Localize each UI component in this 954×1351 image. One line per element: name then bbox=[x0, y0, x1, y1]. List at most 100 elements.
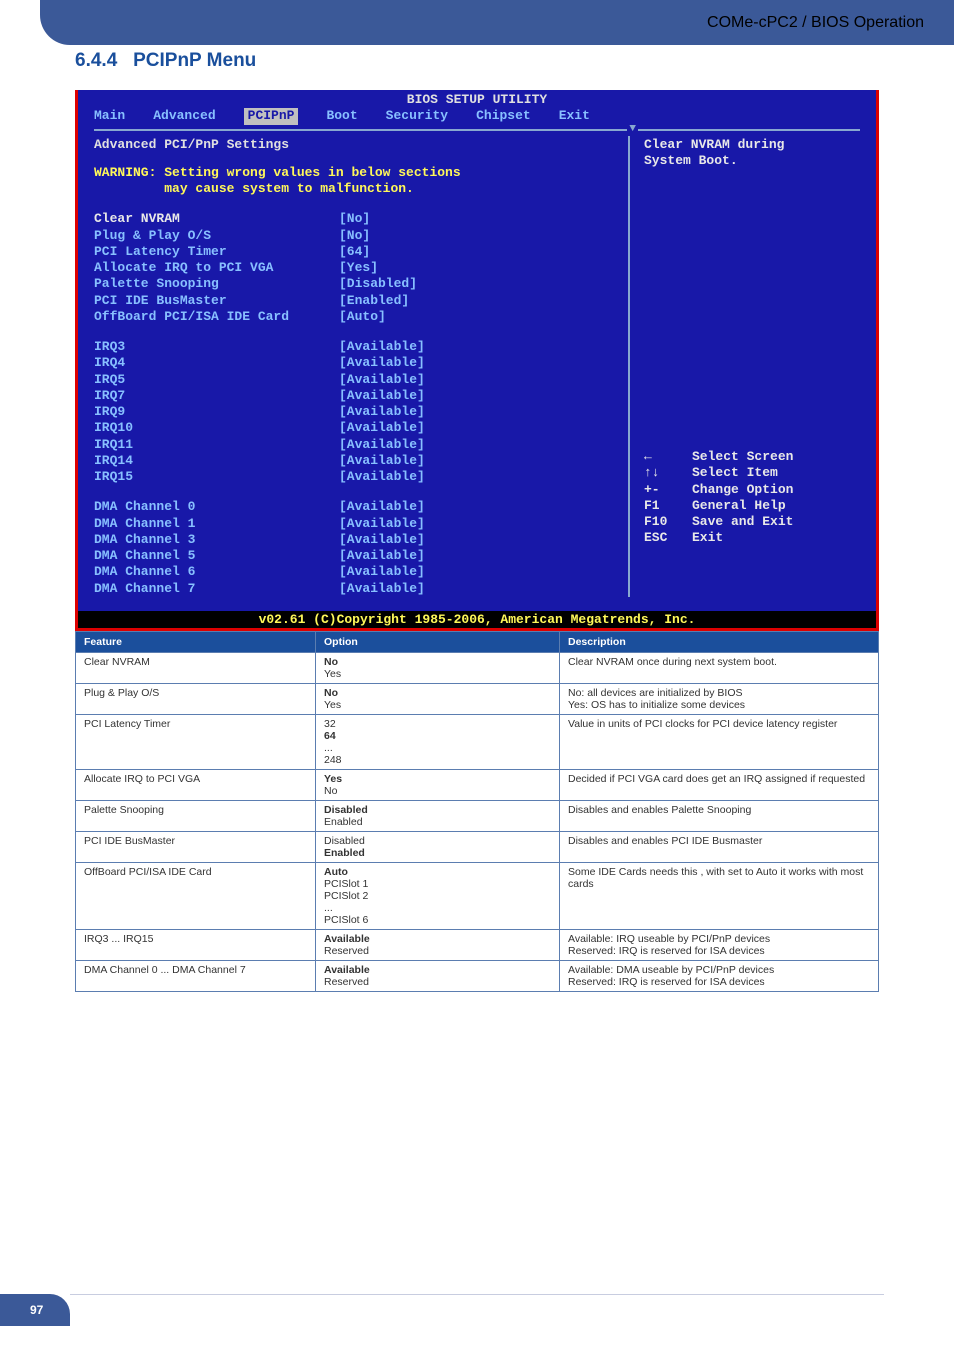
bios-setting-row[interactable]: Clear NVRAM[No] bbox=[94, 211, 628, 227]
option-value: ... bbox=[324, 902, 551, 914]
option-value: Reserved bbox=[324, 945, 551, 957]
bios-tab-security[interactable]: Security bbox=[386, 108, 448, 124]
cell-feature: PCI IDE BusMaster bbox=[76, 831, 316, 862]
bios-nav-key: F10 bbox=[644, 514, 692, 530]
bios-tab-boot[interactable]: Boot bbox=[326, 108, 357, 124]
bios-tab-exit[interactable]: Exit bbox=[559, 108, 590, 124]
option-value: Enabled bbox=[324, 847, 551, 859]
cell-option: AvailableReserved bbox=[316, 929, 560, 960]
bios-setting-value: [Available] bbox=[339, 372, 425, 388]
bios-setting-label: IRQ5 bbox=[94, 372, 339, 388]
bios-panel-heading: Advanced PCI/PnP Settings bbox=[94, 137, 628, 153]
bios-setting-value: [Auto] bbox=[339, 309, 386, 325]
bios-setting-row[interactable]: OffBoard PCI/ISA IDE Card[Auto] bbox=[94, 309, 628, 325]
bios-setting-value: [Yes] bbox=[339, 260, 378, 276]
bios-setting-label: PCI Latency Timer bbox=[94, 244, 339, 260]
option-value: Disabled bbox=[324, 804, 551, 816]
bios-setting-row[interactable]: DMA Channel 0[Available] bbox=[94, 499, 628, 515]
page-number: 97 bbox=[0, 1294, 70, 1326]
option-value: Available bbox=[324, 964, 551, 976]
bios-setting-label: Clear NVRAM bbox=[94, 211, 339, 227]
bios-setting-row[interactable]: Allocate IRQ to PCI VGA[Yes] bbox=[94, 260, 628, 276]
bios-setting-value: [Available] bbox=[339, 355, 425, 371]
table-row: PCI IDE BusMasterDisabledEnabledDisables… bbox=[76, 831, 879, 862]
cell-option: DisabledEnabled bbox=[316, 831, 560, 862]
bios-warning: WARNING: Setting wrong values in below s… bbox=[94, 165, 628, 198]
table-row: Plug & Play O/SNoYesNo: all devices are … bbox=[76, 683, 879, 714]
bios-setting-row[interactable]: DMA Channel 3[Available] bbox=[94, 532, 628, 548]
cell-description: Some IDE Cards needs this , with set to … bbox=[560, 862, 879, 929]
cell-feature: DMA Channel 0 ... DMA Channel 7 bbox=[76, 960, 316, 991]
bios-setting-label: IRQ7 bbox=[94, 388, 339, 404]
bios-nav-text: Exit bbox=[692, 530, 723, 546]
bios-tab-main[interactable]: Main bbox=[94, 108, 125, 124]
feature-table: Feature Option Description Clear NVRAMNo… bbox=[75, 631, 879, 992]
bios-setting-row[interactable]: IRQ14[Available] bbox=[94, 453, 628, 469]
bios-setting-value: [Available] bbox=[339, 453, 425, 469]
bios-setting-value: [Available] bbox=[339, 581, 425, 597]
bios-title: BIOS SETUP UTILITY bbox=[80, 92, 874, 108]
option-value: 248 bbox=[324, 754, 551, 766]
bios-tab-chipset[interactable]: Chipset bbox=[476, 108, 531, 124]
bios-setting-label: OffBoard PCI/ISA IDE Card bbox=[94, 309, 339, 325]
option-value: Yes bbox=[324, 773, 551, 785]
cell-description: Available: DMA useable by PCI/PnP device… bbox=[560, 960, 879, 991]
bios-setting-value: [Disabled] bbox=[339, 276, 417, 292]
bios-setting-value: [Available] bbox=[339, 516, 425, 532]
table-row: Palette SnoopingDisabledEnabledDisables … bbox=[76, 800, 879, 831]
bios-copyright: v02.61 (C)Copyright 1985-2006, American … bbox=[78, 611, 876, 628]
cell-description: Available: IRQ useable by PCI/PnP device… bbox=[560, 929, 879, 960]
cell-option: NoYes bbox=[316, 683, 560, 714]
bios-setting-row[interactable]: IRQ15[Available] bbox=[94, 469, 628, 485]
bios-setting-row[interactable]: IRQ4[Available] bbox=[94, 355, 628, 371]
bios-nav-hint: F1General Help bbox=[644, 498, 860, 514]
table-row: Clear NVRAMNoYesClear NVRAM once during … bbox=[76, 652, 879, 683]
option-value: Auto bbox=[324, 866, 551, 878]
bios-setting-row[interactable]: IRQ11[Available] bbox=[94, 437, 628, 453]
bios-screen: BIOS SETUP UTILITY Main Advanced PCIPnP Boo… bbox=[78, 90, 876, 611]
cell-option: 3264...248 bbox=[316, 714, 560, 769]
cell-option: AutoPCISlot 1PCISlot 2...PCISlot 6 bbox=[316, 862, 560, 929]
bios-setting-label: DMA Channel 6 bbox=[94, 564, 339, 580]
cell-description: Value in units of PCI clocks for PCI dev… bbox=[560, 714, 879, 769]
bios-setting-value: [Available] bbox=[339, 437, 425, 453]
bios-setting-row[interactable]: DMA Channel 6[Available] bbox=[94, 564, 628, 580]
bios-setting-row[interactable]: DMA Channel 7[Available] bbox=[94, 581, 628, 597]
bios-setting-row[interactable]: DMA Channel 1[Available] bbox=[94, 516, 628, 532]
bios-setting-row[interactable]: IRQ9[Available] bbox=[94, 404, 628, 420]
cell-description: No: all devices are initialized by BIOS … bbox=[560, 683, 879, 714]
bios-setting-label: IRQ15 bbox=[94, 469, 339, 485]
bios-nav-hint: ←Select Screen bbox=[644, 449, 860, 465]
bios-tab-advanced[interactable]: Advanced bbox=[153, 108, 215, 124]
bios-nav-key: F1 bbox=[644, 498, 692, 514]
bios-setting-value: [Available] bbox=[339, 420, 425, 436]
bios-setting-label: IRQ10 bbox=[94, 420, 339, 436]
bios-setting-value: [No] bbox=[339, 228, 370, 244]
cell-feature: IRQ3 ... IRQ15 bbox=[76, 929, 316, 960]
bios-setting-row[interactable]: IRQ7[Available] bbox=[94, 388, 628, 404]
bios-setting-label: Palette Snooping bbox=[94, 276, 339, 292]
bios-setting-row[interactable]: IRQ10[Available] bbox=[94, 420, 628, 436]
bios-setting-value: [Available] bbox=[339, 564, 425, 580]
bios-setting-row[interactable]: Plug & Play O/S[No] bbox=[94, 228, 628, 244]
bios-tab-pcipnp[interactable]: PCIPnP bbox=[244, 108, 299, 124]
bios-setting-label: DMA Channel 0 bbox=[94, 499, 339, 515]
bios-setting-row[interactable]: IRQ5[Available] bbox=[94, 372, 628, 388]
bios-setting-value: [Available] bbox=[339, 532, 425, 548]
bios-setting-label: IRQ3 bbox=[94, 339, 339, 355]
bios-setting-row[interactable]: IRQ3[Available] bbox=[94, 339, 628, 355]
bios-setting-row[interactable]: PCI Latency Timer[64] bbox=[94, 244, 628, 260]
bios-setting-label: DMA Channel 1 bbox=[94, 516, 339, 532]
cell-feature: Palette Snooping bbox=[76, 800, 316, 831]
bios-nav-key: ← bbox=[644, 449, 692, 465]
bios-setting-value: [Available] bbox=[339, 388, 425, 404]
cell-option: AvailableReserved bbox=[316, 960, 560, 991]
bios-nav-key: ESC bbox=[644, 530, 692, 546]
bios-setting-row[interactable]: PCI IDE BusMaster[Enabled] bbox=[94, 293, 628, 309]
th-option: Option bbox=[316, 631, 560, 652]
bios-setting-row[interactable]: Palette Snooping[Disabled] bbox=[94, 276, 628, 292]
bios-setting-value: [64] bbox=[339, 244, 370, 260]
option-value: 64 bbox=[324, 730, 551, 742]
bios-setting-row[interactable]: DMA Channel 5[Available] bbox=[94, 548, 628, 564]
option-value: No bbox=[324, 656, 551, 668]
